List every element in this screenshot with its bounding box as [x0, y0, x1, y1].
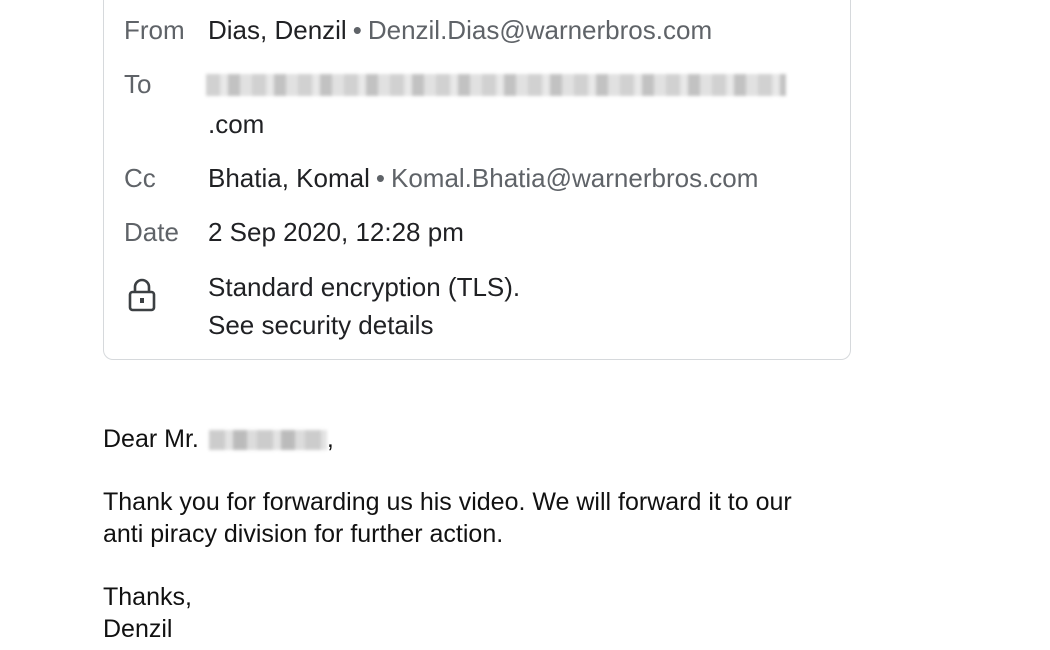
to-label: To — [124, 69, 152, 99]
cc-email: Komal.Bhatia@warnerbros.com — [390, 163, 759, 193]
cc-value[interactable]: Bhatia, Komal • Komal.Bhatia@warnerbros.co… — [208, 162, 758, 194]
cc-label: Cc — [124, 163, 156, 193]
separator-dot: • — [375, 163, 385, 193]
cc-name: Bhatia, Komal — [208, 163, 370, 193]
body-line-2: anti piracy division for further action. — [103, 520, 504, 548]
lock-icon — [128, 278, 156, 312]
email-view: From Dias, Denzil • Denzil.Dias@warnerbros… — [0, 0, 1050, 650]
from-name: Dias, Denzil — [208, 15, 347, 45]
from-label: From — [124, 15, 185, 45]
from-email: Denzil.Dias@warnerbros.com — [367, 15, 713, 45]
greeting-line: Dear Mr., — [103, 423, 334, 455]
signoff: Thanks, — [103, 583, 192, 611]
greeting-punct: , — [326, 425, 334, 453]
to-domain[interactable]: .com — [208, 108, 264, 140]
see-security-details-link[interactable]: See security details — [208, 309, 433, 341]
body-line-1: Thank you for forwarding us his video. W… — [103, 488, 792, 516]
from-value[interactable]: Dias, Denzil • Denzil.Dias@warnerbros.com — [208, 14, 712, 46]
date-label: Date — [124, 217, 179, 247]
redacted-recipient — [206, 74, 786, 96]
greeting-text: Dear Mr. — [103, 425, 199, 453]
encryption-text: Standard encryption (TLS). — [208, 272, 521, 302]
date-value: 2 Sep 2020, 12:28 pm — [208, 217, 464, 247]
separator-dot: • — [352, 15, 362, 45]
message-details-card: From Dias, Denzil • Denzil.Dias@warnerbros… — [103, 0, 851, 360]
signature: Denzil — [103, 615, 173, 643]
redacted-name — [208, 430, 327, 451]
